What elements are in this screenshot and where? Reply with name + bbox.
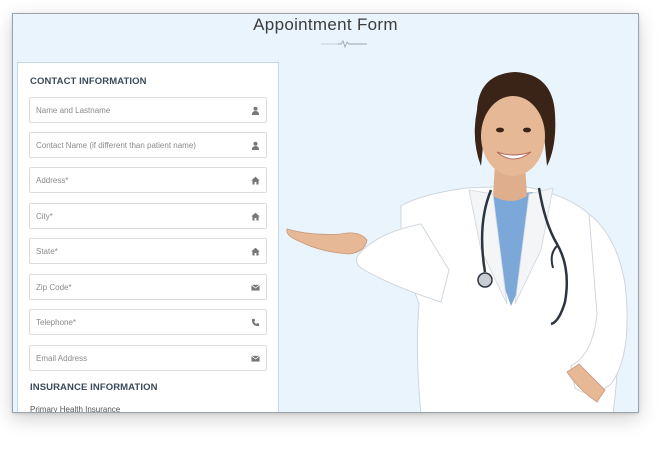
contact-information-heading: CONTACT INFORMATION bbox=[30, 76, 147, 87]
heartbeat-divider-icon bbox=[321, 40, 367, 48]
user-icon bbox=[251, 106, 260, 115]
state-field[interactable] bbox=[29, 238, 267, 264]
state-input[interactable] bbox=[30, 239, 241, 263]
doctor-photo bbox=[286, 72, 628, 412]
envelope-icon bbox=[251, 355, 260, 362]
appointment-form-panel: CONTACT INFORMATION Name and Lastname Co… bbox=[17, 62, 279, 413]
home-icon bbox=[251, 176, 260, 185]
city-field[interactable] bbox=[29, 203, 267, 229]
app-window: Appointment Form CONTACT INFORMATION Nam… bbox=[12, 13, 639, 413]
address-input[interactable] bbox=[30, 168, 241, 192]
page-title: Appointment Form bbox=[253, 15, 398, 34]
insurance-information-heading: INSURANCE INFORMATION bbox=[30, 382, 158, 393]
contact-name-field[interactable] bbox=[29, 132, 267, 158]
address-field[interactable] bbox=[29, 167, 267, 193]
name-lastname-input[interactable] bbox=[30, 98, 241, 122]
name-lastname-field[interactable] bbox=[29, 97, 267, 123]
zip-code-input[interactable] bbox=[30, 275, 241, 299]
telephone-input[interactable] bbox=[30, 310, 241, 334]
telephone-field[interactable] bbox=[29, 309, 267, 335]
contact-name-input[interactable] bbox=[30, 133, 241, 157]
city-input[interactable] bbox=[30, 204, 241, 228]
user-icon bbox=[251, 141, 260, 150]
primary-health-insurance-label: Primary Health Insurance bbox=[30, 405, 121, 413]
phone-icon bbox=[251, 318, 260, 327]
email-input[interactable] bbox=[30, 346, 241, 370]
email-field[interactable] bbox=[29, 345, 267, 371]
envelope-icon bbox=[251, 284, 260, 291]
home-icon bbox=[251, 247, 260, 256]
home-icon bbox=[251, 212, 260, 221]
zip-code-field[interactable] bbox=[29, 274, 267, 300]
